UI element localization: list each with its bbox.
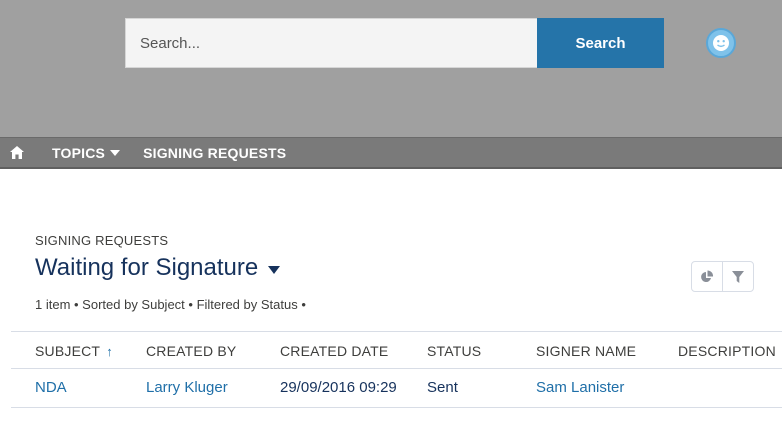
column-header-description[interactable]: DESCRIPTION: [678, 343, 776, 359]
records-table: SUBJECT ↑ CREATED BY CREATED DATE STATUS …: [11, 331, 782, 408]
column-header-signer-name[interactable]: SIGNER NAME: [536, 343, 636, 359]
search-button[interactable]: Search: [537, 18, 664, 68]
page-header: Search: [0, 0, 782, 137]
nav-topics[interactable]: TOPICS: [52, 138, 121, 168]
user-avatar[interactable]: [706, 28, 736, 58]
cell-status: Sent: [427, 379, 458, 396]
object-label: SIGNING REQUESTS: [35, 233, 169, 248]
list-view-selector[interactable]: Waiting for Signature: [35, 254, 281, 282]
main-nav: TOPICS SIGNING REQUESTS: [0, 137, 782, 169]
sort-ascending-icon: ↑: [106, 344, 113, 359]
table-header: SUBJECT ↑ CREATED BY CREATED DATE STATUS …: [11, 331, 782, 369]
cell-created-date: 29/09/2016 09:29: [280, 379, 397, 396]
filter-button[interactable]: [722, 262, 753, 291]
cell-signer-name-link[interactable]: Sam Lanister: [536, 379, 624, 396]
search-input[interactable]: [125, 18, 537, 68]
cell-subject-link[interactable]: NDA: [35, 379, 67, 396]
column-header-status[interactable]: STATUS: [427, 343, 481, 359]
filter-icon: [732, 270, 744, 283]
nav-signing-label: SIGNING REQUESTS: [143, 144, 287, 161]
column-header-created-date[interactable]: CREATED DATE: [280, 343, 388, 359]
column-header-subject[interactable]: SUBJECT ↑: [35, 343, 113, 359]
smiley-avatar-icon: [713, 35, 729, 51]
nav-topics-label: TOPICS: [52, 144, 106, 161]
column-header-created-by[interactable]: CREATED BY: [146, 343, 236, 359]
list-actions: [691, 261, 754, 292]
cell-created-by-link[interactable]: Larry Kluger: [146, 379, 228, 396]
table-row: NDA Larry Kluger 29/09/2016 09:29 Sent S…: [11, 369, 782, 408]
home-icon: [10, 146, 24, 159]
list-meta: 1 item • Sorted by Subject • Filtered by…: [35, 297, 306, 312]
nav-home[interactable]: [0, 138, 34, 168]
chart-button[interactable]: [692, 262, 722, 291]
chevron-down-icon: [268, 266, 281, 274]
page-title: Waiting for Signature: [35, 254, 259, 281]
pie-chart-icon: [701, 269, 714, 282]
nav-signing-requests[interactable]: SIGNING REQUESTS: [143, 138, 286, 168]
chevron-down-icon: [110, 149, 121, 156]
